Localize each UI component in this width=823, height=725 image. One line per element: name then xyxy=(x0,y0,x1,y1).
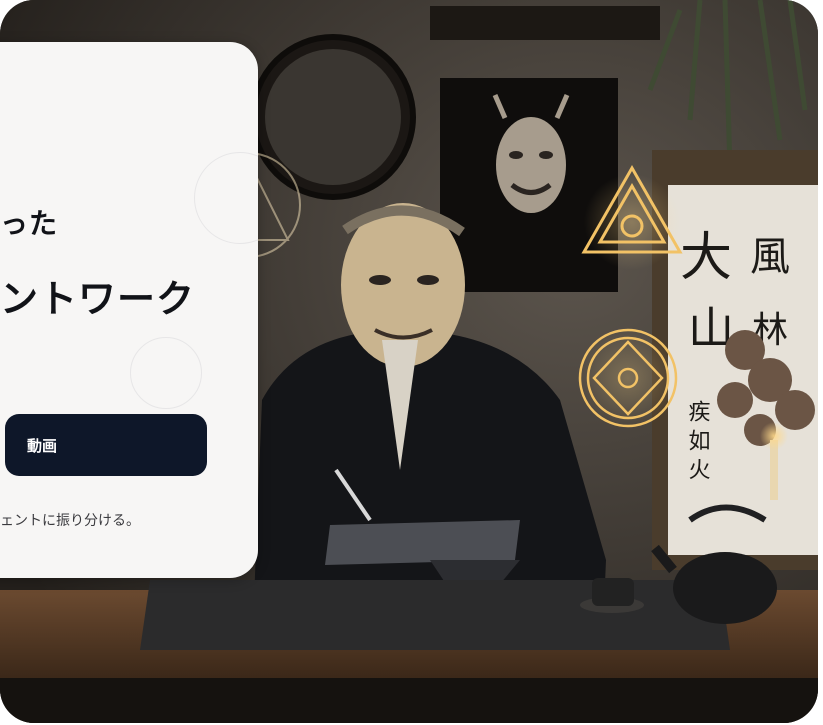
shelf xyxy=(430,6,660,40)
hero-subtext: ェントに振り分ける。 xyxy=(0,513,140,529)
hero-title-line-1: った xyxy=(0,207,59,240)
svg-text:風: 風 xyxy=(750,234,790,280)
video-button-label: 動画 xyxy=(27,436,58,455)
hero-frame: 大 風 山 林 疾 如 火 った ントワーク 動画 ェントに振り分ける。 xyxy=(0,0,818,723)
tea-cup xyxy=(592,578,634,606)
diamond-glyph-icon xyxy=(578,328,678,428)
svg-text:疾 如 火: 疾 如 火 xyxy=(685,400,711,480)
table-mat xyxy=(140,580,730,650)
mask-frame xyxy=(440,78,618,292)
hero-card: った ントワーク 動画 ェントに振り分ける。 xyxy=(0,42,258,578)
hero-title-line-2: ントワーク xyxy=(0,277,196,321)
faint-circle-icon xyxy=(194,152,258,244)
faint-circle-icon xyxy=(130,337,202,409)
video-button[interactable]: 動画 xyxy=(5,414,207,476)
svg-text:大: 大 xyxy=(680,228,732,288)
